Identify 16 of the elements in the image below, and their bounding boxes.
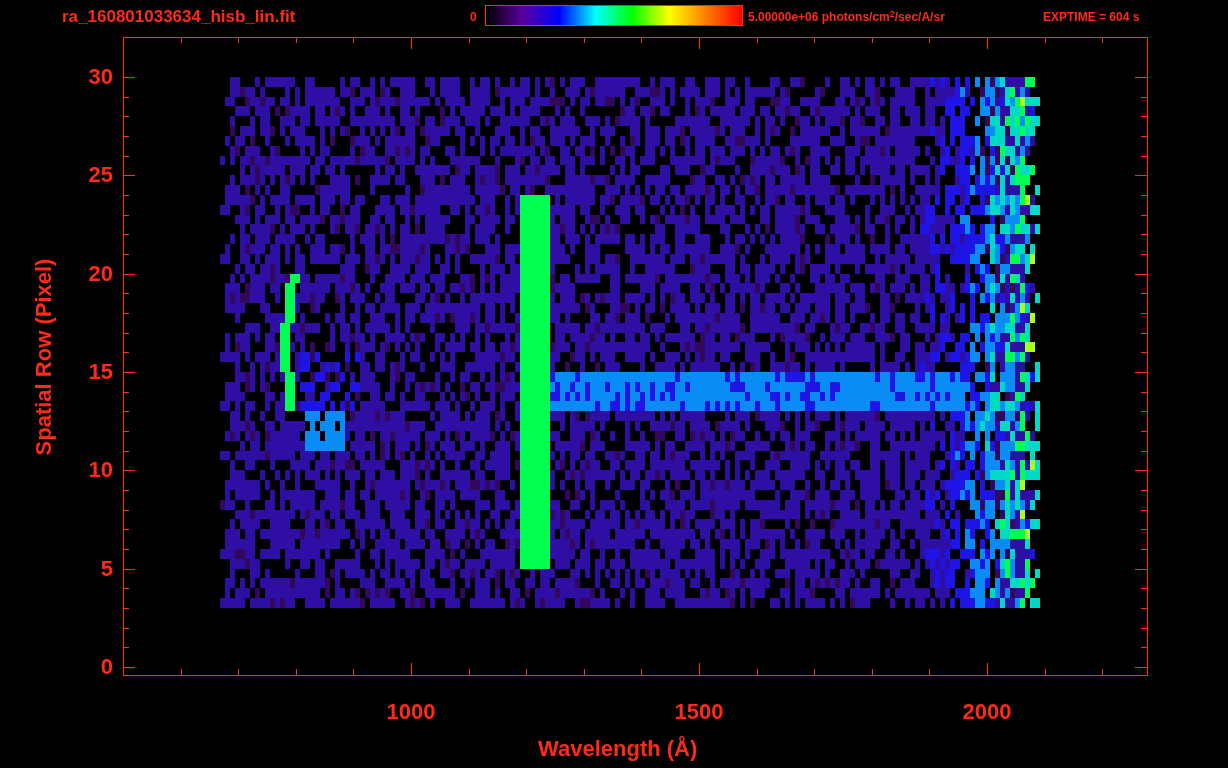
colorbar-max-label: 5.00000e+06 photons/cm$^{2}$/sec/A/sr (748, 11, 945, 23)
y-tick-label: 25 (88, 164, 113, 187)
x-tick-label: 2000 (962, 701, 1012, 723)
x-tick-label: 1500 (674, 701, 724, 723)
y-tick-label: 15 (88, 361, 113, 383)
y-tick-label: 20 (88, 262, 113, 285)
y-tick-label: 0 (100, 656, 113, 678)
y-axis-label: Spatial Row (Pixel) (33, 258, 55, 456)
y-tick-label: 30 (88, 66, 113, 88)
x-axis-label: Wavelength (Å) (538, 738, 698, 760)
y-tick-label: 10 (88, 459, 113, 482)
colorbar-min-label: 0 (470, 11, 477, 23)
y-tick-label: 5 (100, 557, 113, 580)
plot-title: ra_160801033634_hisb_lin.fit (62, 8, 296, 25)
exposure-time: EXPTIME = 604 s (1043, 11, 1140, 23)
x-tick-label: 1000 (386, 701, 436, 723)
